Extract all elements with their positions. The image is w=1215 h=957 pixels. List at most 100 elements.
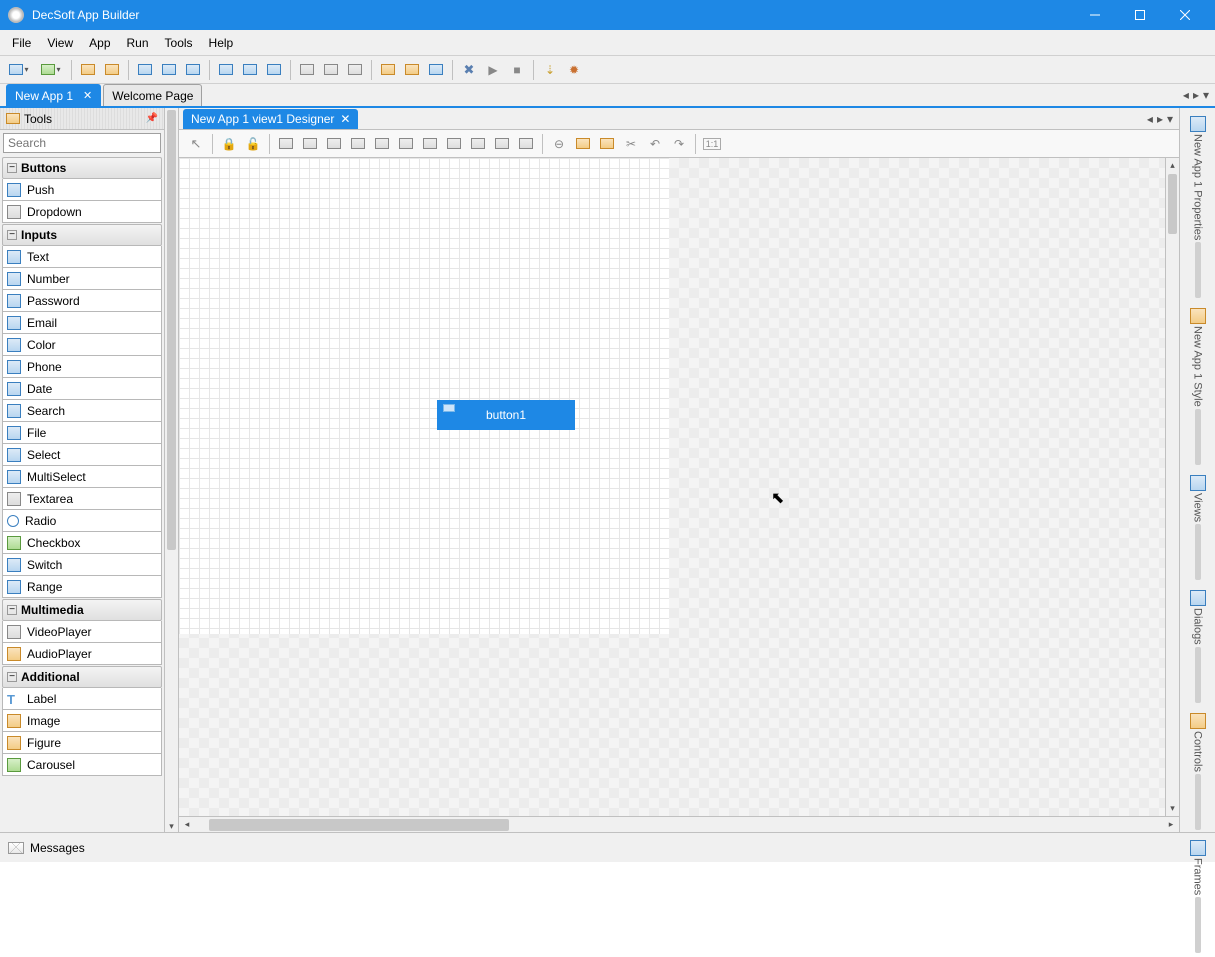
messages-icon[interactable] — [8, 842, 24, 854]
tool-color[interactable]: Color — [2, 334, 162, 356]
tab-welcome-page[interactable]: Welcome Page — [103, 84, 202, 106]
pin-icon[interactable]: 📌 — [146, 113, 158, 124]
grid3-button[interactable] — [344, 59, 366, 81]
cursor-tool-button[interactable]: ↖ — [185, 133, 207, 155]
vtab-properties[interactable]: New App 1 Properties — [1188, 112, 1208, 302]
align-left-button[interactable] — [275, 133, 297, 155]
add-view-button[interactable] — [215, 59, 237, 81]
designer-tab-view1[interactable]: New App 1 view1 Designer ✕ — [183, 109, 358, 129]
tool-audioplayer[interactable]: AudioPlayer — [2, 643, 162, 665]
cut-button[interactable]: ✂ — [620, 133, 642, 155]
tools-scrollbar[interactable]: ▴ ▾ — [165, 108, 179, 832]
debug2-button[interactable]: ✹ — [563, 59, 585, 81]
close-button[interactable] — [1162, 0, 1207, 30]
tool-label[interactable]: TLabel — [2, 688, 162, 710]
add-frame-button[interactable] — [263, 59, 285, 81]
save-all-button[interactable] — [158, 59, 180, 81]
vtab-dialogs[interactable]: Dialogs — [1188, 586, 1208, 707]
tools-search-input[interactable] — [3, 133, 161, 153]
scroll-down-icon[interactable]: ▾ — [165, 821, 178, 832]
distribute-h-button[interactable] — [419, 133, 441, 155]
vtab-style[interactable]: New App 1 Style — [1188, 304, 1208, 469]
tab-new-app-1[interactable]: New App 1 ✕ — [6, 84, 101, 106]
tool-file[interactable]: File — [2, 422, 162, 444]
tool-select[interactable]: Select — [2, 444, 162, 466]
vtab-views[interactable]: Views — [1188, 471, 1208, 584]
chevron-down-icon[interactable]: ▾ — [1203, 88, 1209, 102]
debug1-button[interactable]: ⇣ — [539, 59, 561, 81]
tool-phone[interactable]: Phone — [2, 356, 162, 378]
maximize-button[interactable] — [1117, 0, 1162, 30]
menu-file[interactable]: File — [4, 33, 39, 53]
paste-button[interactable] — [596, 133, 618, 155]
canvas-hscroll[interactable]: ◂ ▸ — [179, 816, 1179, 832]
tool-carousel[interactable]: Carousel — [2, 754, 162, 776]
redo-button[interactable]: ↷ — [668, 133, 690, 155]
group-inputs[interactable]: −Inputs — [2, 224, 162, 246]
close-icon[interactable]: ✕ — [340, 112, 350, 126]
messages-label[interactable]: Messages — [30, 841, 85, 855]
tab-nav-arrows[interactable]: ◂ ▸ ▾ — [1183, 88, 1209, 102]
action1-button[interactable] — [377, 59, 399, 81]
ratio-button[interactable]: 1:1 — [701, 133, 723, 155]
scroll-thumb[interactable] — [1168, 174, 1177, 234]
close-icon[interactable]: ✕ — [83, 89, 92, 102]
run-button[interactable]: ▶ — [482, 59, 504, 81]
align-center-v-button[interactable] — [395, 133, 417, 155]
same-height-button[interactable] — [491, 133, 513, 155]
group-multimedia[interactable]: −Multimedia — [2, 599, 162, 621]
align-center-h-button[interactable] — [371, 133, 393, 155]
chevron-left-icon[interactable]: ◂ — [1183, 88, 1189, 102]
align-right-button[interactable] — [299, 133, 321, 155]
scroll-down-icon[interactable]: ▾ — [1166, 803, 1179, 814]
align-top-button[interactable] — [323, 133, 345, 155]
delete-button[interactable]: ⊖ — [548, 133, 570, 155]
tool-number[interactable]: Number — [2, 268, 162, 290]
scroll-left-icon[interactable]: ◂ — [179, 819, 195, 830]
chevron-left-icon[interactable]: ◂ — [1147, 112, 1153, 126]
tool-search[interactable]: Search — [2, 400, 162, 422]
canvas[interactable]: button1 ⬉ — [179, 158, 1165, 816]
vtab-controls[interactable]: Controls — [1188, 709, 1208, 834]
settings-button[interactable]: ✖ — [458, 59, 480, 81]
canvas-vscroll[interactable]: ▴ ▾ — [1165, 158, 1179, 816]
tool-figure[interactable]: Figure — [2, 732, 162, 754]
tool-dropdown[interactable]: Dropdown — [2, 201, 162, 223]
new-file-button[interactable]: ▾ — [36, 59, 66, 81]
tool-email[interactable]: Email — [2, 312, 162, 334]
copy-button[interactable] — [572, 133, 594, 155]
tool-checkbox[interactable]: Checkbox — [2, 532, 162, 554]
designer-tab-nav[interactable]: ◂ ▸ ▾ — [1147, 112, 1173, 126]
chevron-right-icon[interactable]: ▸ — [1157, 112, 1163, 126]
group-buttons[interactable]: −Buttons — [2, 157, 162, 179]
same-size-button[interactable] — [515, 133, 537, 155]
open-folder-button[interactable] — [101, 59, 123, 81]
tool-switch[interactable]: Switch — [2, 554, 162, 576]
tool-multiselect[interactable]: MultiSelect — [2, 466, 162, 488]
action3-button[interactable] — [425, 59, 447, 81]
distribute-v-button[interactable] — [443, 133, 465, 155]
minimize-button[interactable] — [1072, 0, 1117, 30]
tool-image[interactable]: Image — [2, 710, 162, 732]
vtab-frames[interactable]: Frames — [1188, 836, 1208, 957]
action2-button[interactable] — [401, 59, 423, 81]
tool-date[interactable]: Date — [2, 378, 162, 400]
menu-tools[interactable]: Tools — [157, 33, 201, 53]
tool-textarea[interactable]: Textarea — [2, 488, 162, 510]
grid2-button[interactable] — [320, 59, 342, 81]
scroll-thumb[interactable] — [167, 110, 176, 550]
new-app-button[interactable]: ▾ — [4, 59, 34, 81]
group-additional[interactable]: −Additional — [2, 666, 162, 688]
lock-button[interactable]: 🔒 — [218, 133, 240, 155]
tool-password[interactable]: Password — [2, 290, 162, 312]
menu-view[interactable]: View — [39, 33, 81, 53]
unlock-button[interactable]: 🔓 — [242, 133, 264, 155]
menu-run[interactable]: Run — [119, 33, 157, 53]
chevron-right-icon[interactable]: ▸ — [1193, 88, 1199, 102]
tool-videoplayer[interactable]: VideoPlayer — [2, 621, 162, 643]
scroll-thumb[interactable] — [209, 819, 509, 831]
undo-button[interactable]: ↶ — [644, 133, 666, 155]
tool-text[interactable]: Text — [2, 246, 162, 268]
chevron-down-icon[interactable]: ▾ — [1167, 112, 1173, 126]
align-bottom-button[interactable] — [347, 133, 369, 155]
